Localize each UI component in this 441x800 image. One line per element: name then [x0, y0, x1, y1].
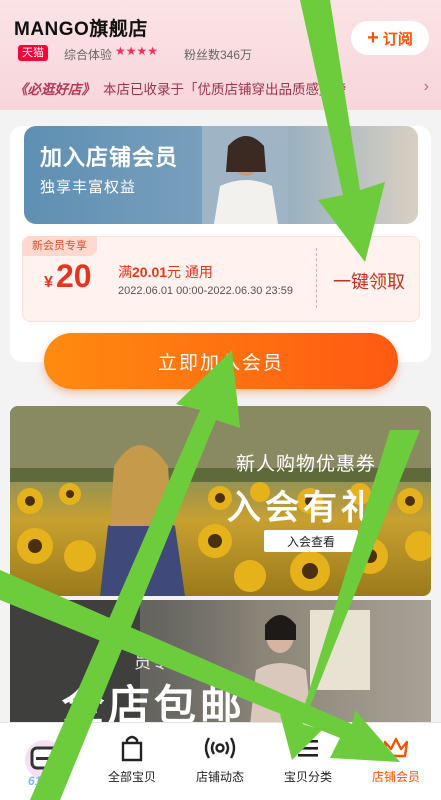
tab-store-updates[interactable]: 店铺动态 [180, 734, 260, 785]
tab-store-membership[interactable]: 店铺会员 [356, 734, 436, 785]
store-name[interactable]: MANGO旗舰店 [14, 14, 148, 41]
coupon-divider [316, 248, 317, 308]
view-membership-button[interactable]: 入会查看 [264, 530, 358, 552]
broadcast-icon [204, 734, 236, 762]
tmall-badge: 天猫 [18, 45, 48, 61]
rating-stars: ★★★★ [115, 44, 159, 58]
notice-tag: 《必逛好店》 [14, 82, 95, 97]
promo-headline: 入会有礼 [227, 489, 379, 527]
coupon-condition-amount: 20.01 [132, 264, 168, 280]
crown-icon [381, 734, 411, 762]
store-logo-tab[interactable]: 618 [20, 736, 70, 792]
tab-label: 宝贝分类 [283, 770, 332, 784]
tab-label: 店铺动态 [195, 770, 244, 784]
join-member-button[interactable]: 立即加入会员 [44, 333, 398, 389]
subscribe-label: 订阅 [382, 30, 413, 48]
coupon-tag: 新会员专享 [22, 236, 97, 256]
coupon-date-range: 2022.06.01 00:00-2022.06.30 23:59 [118, 285, 293, 297]
promo-title: 新人购物优惠券 [236, 454, 377, 475]
tab-label: 全部宝贝 [107, 770, 156, 784]
subscribe-button[interactable]: + 订阅 [351, 21, 429, 55]
bag-icon [119, 734, 145, 762]
618-logo-text: 618 [28, 774, 49, 788]
plus-icon: + [367, 27, 379, 49]
coupon-currency: ¥ [44, 274, 53, 291]
coupon-condition-suffix: 元 通用 [167, 264, 213, 280]
member-banner-title: 加入店铺会员 [40, 145, 179, 170]
rating-label: 综合体验 [64, 48, 113, 62]
chevron-right-icon[interactable]: › [424, 78, 429, 96]
coupon-condition-prefix: 满 [118, 264, 132, 280]
claim-coupon-button[interactable]: 一键领取 [333, 268, 405, 294]
notice-text: 本店已收录于「优质店铺穿出品质感」榜 [103, 82, 346, 97]
tab-all-items[interactable]: 全部宝贝 [92, 734, 172, 785]
list-icon [294, 734, 322, 762]
promo2-subtitle: 员专 [134, 653, 168, 672]
model-photo [202, 126, 288, 224]
tab-categories[interactable]: 宝贝分类 [268, 734, 348, 785]
coupon-condition: 满20.01元 通用 [118, 262, 213, 282]
fans-count: 粉丝数346万 [184, 48, 253, 62]
store-notice[interactable]: 《必逛好店》 本店已收录于「优质店铺穿出品质感」榜 [14, 78, 432, 98]
member-banner-subtitle: 独享丰富权益 [40, 179, 137, 196]
tab-label: 店铺会员 [371, 770, 420, 784]
coupon-amount: 20 [56, 258, 92, 294]
